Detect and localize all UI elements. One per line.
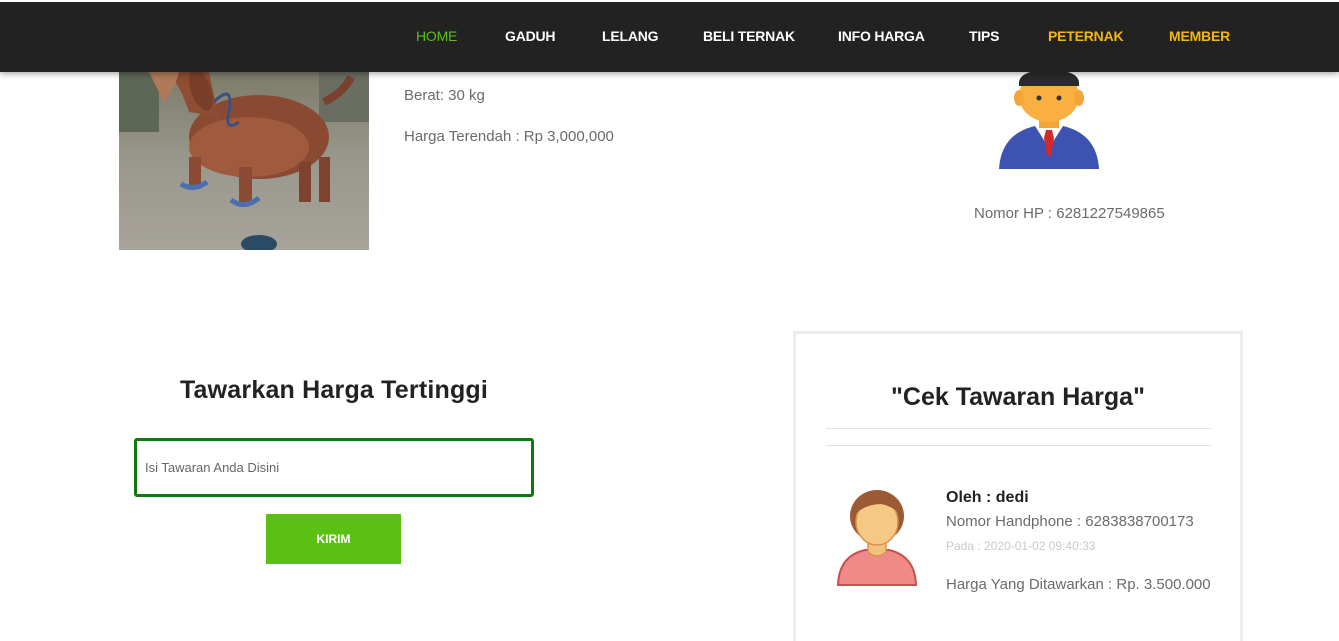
bid-date: Pada : 2020-01-02 09:40:33 [946, 539, 1096, 553]
nav-lelang[interactable]: LELANG [602, 28, 659, 44]
nav-member[interactable]: MEMBER [1169, 28, 1230, 44]
bidder-avatar [835, 490, 919, 586]
livestock-photo [119, 72, 369, 250]
product-weight: Berat: 30 kg [404, 87, 485, 104]
offer-form-title: Tawarkan Harga Tertinggi [179, 376, 489, 404]
divider [826, 445, 1212, 446]
bid-price: Harga Yang Ditawarkan : Rp. 3.500.000 [946, 576, 1211, 593]
send-offer-button[interactable]: KIRIM [266, 514, 401, 564]
bidder-phone: Nomor Handphone : 6283838700173 [946, 513, 1194, 530]
nav-peternak[interactable]: PETERNAK [1048, 28, 1124, 44]
offer-price-input[interactable] [134, 438, 534, 497]
divider [826, 428, 1212, 429]
bidder-name: Oleh : dedi [946, 489, 1029, 506]
nav-gaduh[interactable]: GADUH [505, 28, 556, 44]
owner-phone: Nomor HP : 6281227549865 [974, 205, 1165, 222]
owner-avatar [995, 70, 1103, 170]
nav-home[interactable]: HOME [416, 28, 457, 44]
nav-tips[interactable]: TIPS [969, 28, 1000, 44]
product-lowest-price: Harga Terendah : Rp 3,000,000 [404, 128, 614, 145]
bid-panel-title: "Cek Tawaran Harga" [891, 383, 1145, 411]
nav-info-harga[interactable]: INFO HARGA [838, 28, 925, 44]
nav-beli-ternak[interactable]: BELI TERNAK [703, 28, 795, 44]
bid-check-panel: "Cek Tawaran Harga" Oleh : dedi Nomor Ha… [793, 331, 1243, 641]
top-nav-bar: HOME GADUH LELANG BELI TERNAK INFO HARGA… [0, 0, 1339, 72]
